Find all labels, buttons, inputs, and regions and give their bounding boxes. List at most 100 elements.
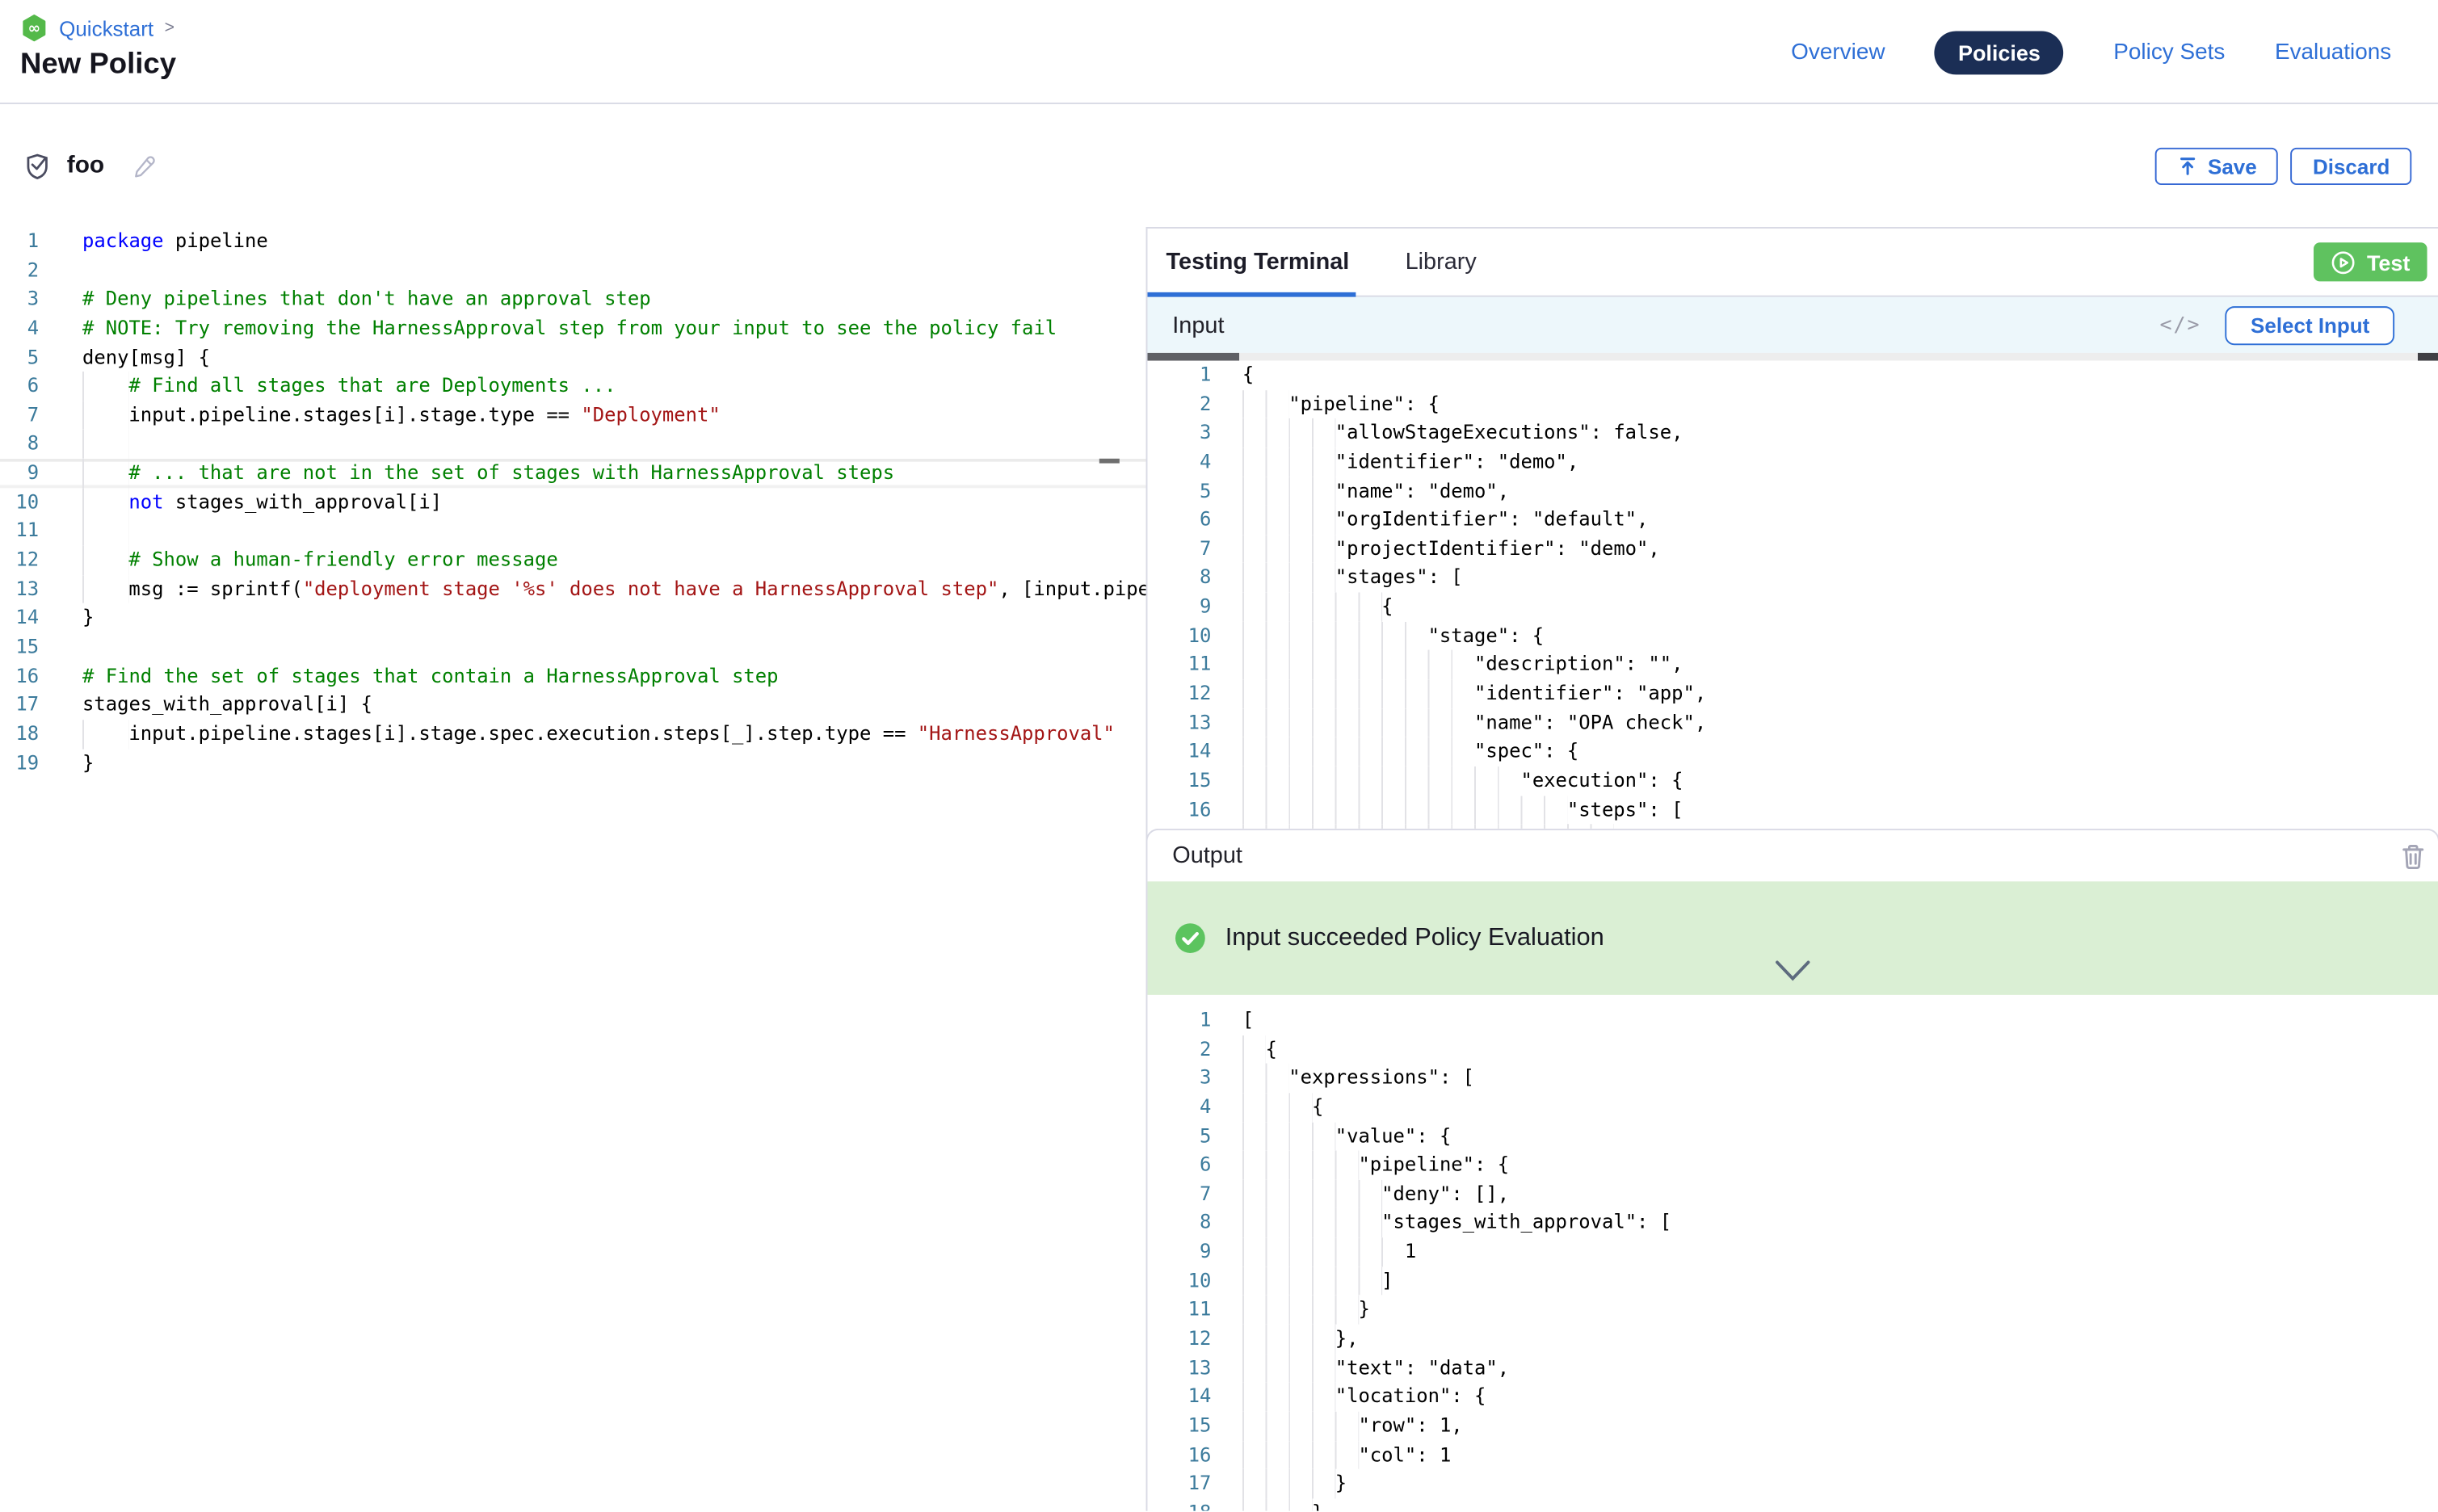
code-line[interactable]: 9# ... that are not in the set of stages… [0,459,1146,488]
line-number: 12 [1147,679,1211,708]
trash-icon[interactable] [2401,842,2426,870]
code-line[interactable]: 5"value": { [1147,1122,2438,1151]
code-line[interactable]: 8"stages_with_approval": [ [1147,1208,2438,1237]
code-line[interactable]: 5"name": "demo", [1147,477,2438,506]
code-line[interactable]: 7input.pipeline.stages[i].stage.type == … [0,401,1146,430]
test-label: Test [2367,250,2410,275]
code-brackets-icon[interactable]: </> [2159,313,2201,337]
code-line[interactable]: 4# NOTE: Try removing the HarnessApprova… [0,314,1146,343]
code-text: "text": "data", [1211,1354,2438,1383]
line-number: 14 [1147,737,1211,766]
code-line[interactable]: 15"row": 1, [1147,1412,2438,1441]
code-text: } [39,603,1145,632]
code-line[interactable]: 15"execution": { [1147,766,2438,796]
code-line[interactable]: 16"steps": [ [1147,796,2438,825]
code-line[interactable]: 8"stages": [ [1147,564,2438,593]
code-line[interactable]: 10"stage": { [1147,621,2438,650]
input-json-editor[interactable]: 1{2"pipeline": {3"allowStageExecutions":… [1147,361,2438,829]
nav-item-policy-sets[interactable]: Policy Sets [2113,40,2225,65]
indent-guide [1242,447,1335,477]
code-line[interactable]: 10not stages_with_approval[i] [0,488,1146,517]
tab-testing-terminal[interactable]: Testing Terminal [1166,249,1350,275]
testing-panel: Testing Terminal Library Test Input </> … [1146,227,2438,1511]
code-line[interactable]: 15 [0,632,1146,662]
code-line[interactable]: 11 [0,517,1146,546]
code-line[interactable]: 9{ [1147,593,2438,622]
code-line[interactable]: 18input.pipeline.stages[i].stage.spec.ex… [0,720,1146,749]
indent-guide [1242,1412,1359,1441]
code-text: "deny": [], [1211,1180,2438,1209]
code-line[interactable]: 18} [1147,1498,2438,1511]
output-json-editor[interactable]: 1[2{3"expressions": [4{5"value": {6"pipe… [1147,995,2438,1511]
code-line[interactable]: 1{ [1147,361,2438,390]
code-line[interactable]: 11"description": "", [1147,650,2438,679]
code-line[interactable]: 4{ [1147,1093,2438,1122]
code-text [39,632,1145,662]
code-line[interactable]: 12}, [1147,1325,2438,1354]
code-text: "projectIdentifier": "demo", [1211,535,2438,564]
code-text: "description": "", [1211,650,2438,679]
edit-pencil-icon[interactable] [131,153,158,180]
code-line[interactable]: 5deny[msg] { [0,343,1146,372]
policy-code-editor[interactable]: 1package pipeline23# Deny pipelines that… [0,227,1146,1511]
code-text: input.pipeline.stages[i].stage.type == "… [39,401,1145,430]
line-number: 7 [1147,1180,1211,1209]
code-line[interactable]: 14} [0,603,1146,632]
main-content: 1package pipeline23# Deny pipelines that… [0,227,2438,1511]
nav-item-overview[interactable]: Overview [1791,40,1885,65]
code-line[interactable]: 19} [0,749,1146,778]
line-number: 18 [0,720,39,749]
breadcrumb-link-quickstart[interactable]: Quickstart [59,16,153,40]
code-line[interactable]: 6# Find all stages that are Deployments … [0,372,1146,401]
code-line[interactable]: 7"projectIdentifier": "demo", [1147,535,2438,564]
code-text: } [1211,1498,2438,1511]
code-line[interactable]: 1[ [1147,1006,2438,1035]
select-input-button[interactable]: Select Input [2226,305,2394,344]
overview-ruler-marker[interactable] [2418,353,2438,361]
code-line[interactable]: 12"identifier": "app", [1147,679,2438,708]
code-line[interactable]: 2 [0,256,1146,285]
code-line[interactable]: 14"spec": { [1147,737,2438,766]
code-text [39,256,1145,285]
code-line[interactable]: 2{ [1147,1035,2438,1064]
code-line[interactable]: 17{ [1147,825,2438,829]
code-line[interactable]: 3"expressions": [ [1147,1064,2438,1093]
nav-item-policies[interactable]: Policies [1935,31,2064,74]
scrollbar-thumb[interactable] [1147,353,1239,361]
chevron-down-icon[interactable] [1772,960,1813,983]
code-line[interactable]: 10] [1147,1266,2438,1296]
code-line[interactable]: 3# Deny pipelines that don't have an app… [0,285,1146,314]
code-line[interactable]: 6"orgIdentifier": "default", [1147,506,2438,535]
code-line[interactable]: 17} [1147,1469,2438,1498]
code-line[interactable]: 6"pipeline": { [1147,1151,2438,1180]
indent-guide [1242,1237,1405,1266]
code-line[interactable]: 4"identifier": "demo", [1147,447,2438,477]
code-line[interactable]: 14"location": { [1147,1383,2438,1412]
tab-library[interactable]: Library [1406,249,1477,275]
indent-guide [1242,1151,1359,1180]
code-line[interactable]: 17stages_with_approval[i] { [0,691,1146,720]
code-line[interactable]: 12# Show a human-friendly error message [0,546,1146,575]
line-number: 4 [1147,447,1211,477]
discard-button[interactable]: Discard [2291,148,2411,185]
code-line[interactable]: 16# Find the set of stages that contain … [0,662,1146,691]
code-line[interactable]: 91 [1147,1237,2438,1266]
nav-item-evaluations[interactable]: Evaluations [2275,40,2391,65]
code-line[interactable]: 13"text": "data", [1147,1354,2438,1383]
line-number: 17 [1147,825,1211,829]
code-line[interactable]: 13msg := sprintf("deployment stage '%s' … [0,575,1146,604]
code-line[interactable]: 13"name": "OPA check", [1147,708,2438,737]
save-button[interactable]: Save [2155,148,2279,185]
line-number: 7 [1147,535,1211,564]
code-line[interactable]: 11} [1147,1296,2438,1325]
line-number: 2 [1147,1035,1211,1064]
code-line[interactable]: 3"allowStageExecutions": false, [1147,418,2438,447]
code-line[interactable]: 7"deny": [], [1147,1180,2438,1209]
code-line[interactable]: 1package pipeline [0,227,1146,256]
line-number: 6 [1147,506,1211,535]
code-line[interactable]: 16"col": 1 [1147,1440,2438,1469]
indent-guide [82,372,128,401]
code-line[interactable]: 2"pipeline": { [1147,389,2438,418]
test-button[interactable]: Test [2314,242,2427,281]
code-line[interactable]: 8 [0,430,1146,459]
